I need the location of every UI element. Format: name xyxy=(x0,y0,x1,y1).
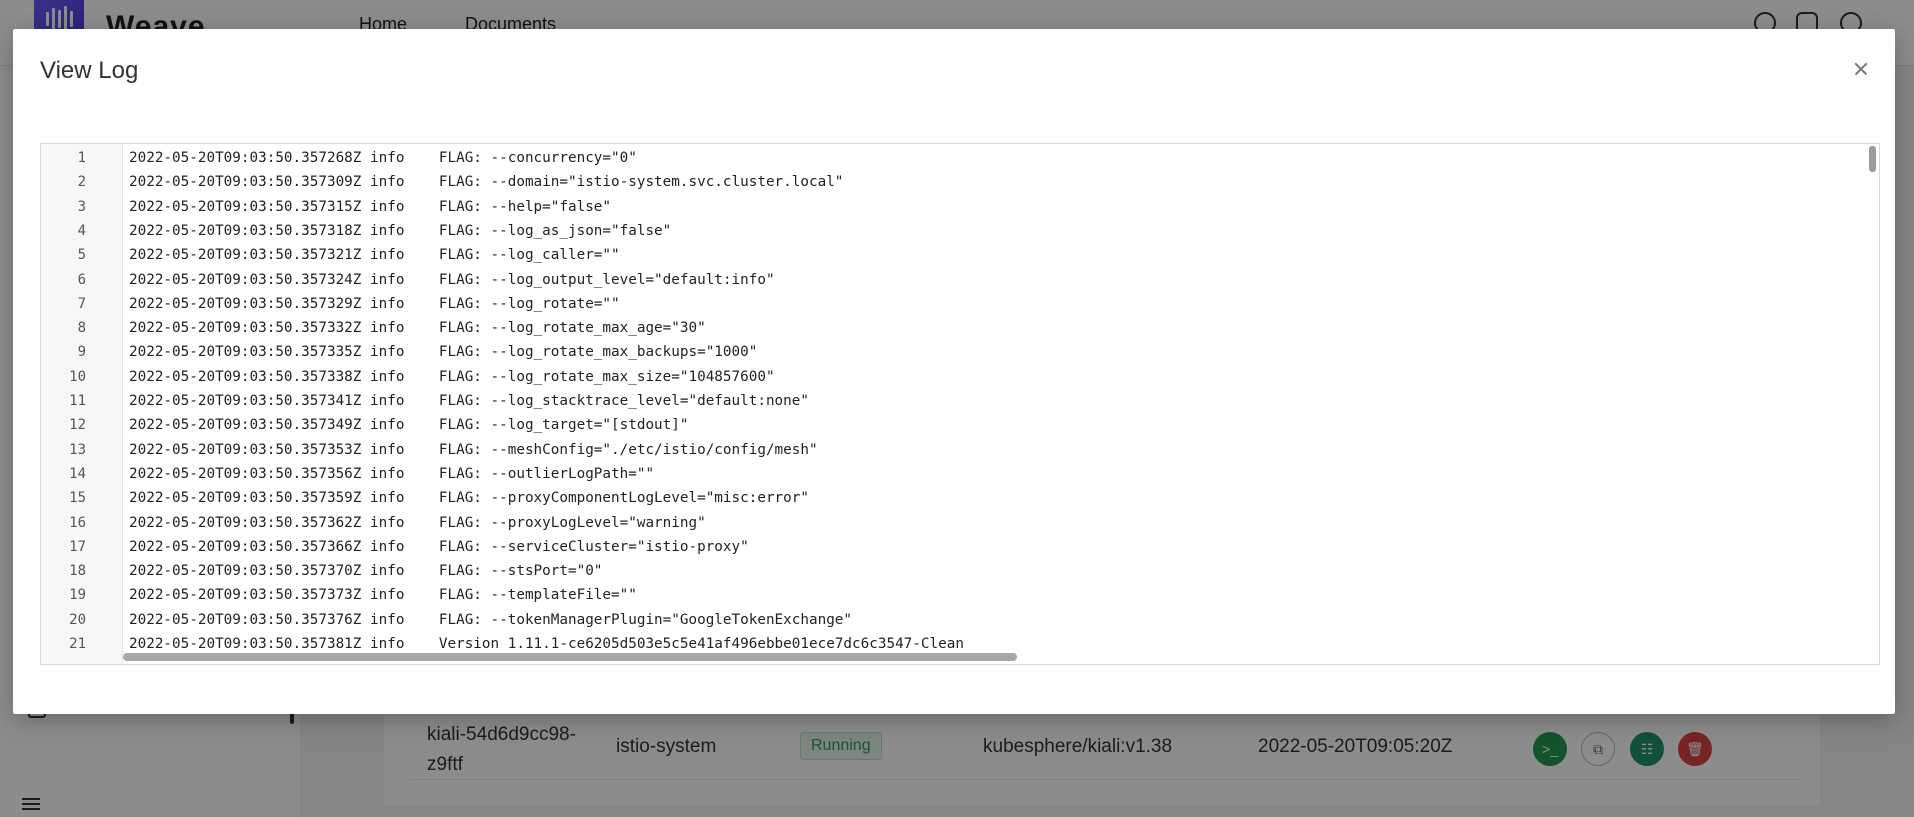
log-line[interactable]: 2022-05-20T09:03:50.357321Z info FLAG: -… xyxy=(129,243,620,267)
modal-title: View Log xyxy=(40,57,139,84)
line-number: 5 xyxy=(77,247,86,264)
line-number: 10 xyxy=(69,368,86,385)
log-viewer[interactable]: 1 2 3 4 5 6 7 8 9 10 11 12 13 14 15 16 17 18 19 20 21 2022-0… xyxy=(40,143,1880,665)
line-number: 13 xyxy=(69,441,86,458)
log-line[interactable]: 2022-05-20T09:03:50.357332Z info FLAG: -… xyxy=(129,316,706,340)
log-line[interactable]: 2022-05-20T09:03:50.357362Z info FLAG: -… xyxy=(129,511,706,535)
line-number: 21 xyxy=(69,636,86,652)
line-number: 6 xyxy=(77,271,86,288)
log-line[interactable]: 2022-05-20T09:03:50.357335Z info FLAG: -… xyxy=(129,340,757,364)
log-line[interactable]: 2022-05-20T09:03:50.357359Z info FLAG: -… xyxy=(129,486,809,510)
line-number: 17 xyxy=(69,538,86,555)
line-number: 7 xyxy=(77,295,86,312)
log-line[interactable]: 2022-05-20T09:03:50.357324Z info FLAG: -… xyxy=(129,268,775,292)
line-number: 20 xyxy=(69,611,86,628)
line-number: 15 xyxy=(69,490,86,507)
view-log-modal: View Log 1 2 3 4 5 6 7 8 9 10 11 12 13 14 15 16 17 18 19 20… xyxy=(13,29,1895,714)
log-line[interactable]: 2022-05-20T09:03:50.357356Z info FLAG: -… xyxy=(129,462,654,486)
line-number: 11 xyxy=(69,393,86,409)
log-line[interactable]: 2022-05-20T09:03:50.357349Z info FLAG: -… xyxy=(129,413,688,437)
vertical-scrollbar[interactable] xyxy=(1869,146,1876,172)
log-line[interactable]: 2022-05-20T09:03:50.357370Z info FLAG: -… xyxy=(129,559,602,583)
line-number: 1 xyxy=(77,150,86,166)
line-number: 19 xyxy=(69,587,86,604)
line-number: 16 xyxy=(69,514,86,531)
log-line[interactable]: 2022-05-20T09:03:50.357309Z info FLAG: -… xyxy=(129,170,843,194)
log-line[interactable]: 2022-05-20T09:03:50.357318Z info FLAG: -… xyxy=(129,219,671,243)
line-number: 12 xyxy=(69,417,86,434)
log-line[interactable]: 2022-05-20T09:03:50.357315Z info FLAG: -… xyxy=(129,195,611,219)
line-number: 14 xyxy=(69,465,86,482)
log-line[interactable]: 2022-05-20T09:03:50.357338Z info FLAG: -… xyxy=(129,365,775,389)
line-number: 18 xyxy=(69,563,86,580)
log-line[interactable]: 2022-05-20T09:03:50.357381Z info Version… xyxy=(129,632,964,652)
log-line[interactable]: 2022-05-20T09:03:50.357341Z info FLAG: -… xyxy=(129,389,809,413)
line-number: 4 xyxy=(77,222,86,239)
log-line[interactable]: 2022-05-20T09:03:50.357366Z info FLAG: -… xyxy=(129,535,749,559)
log-content[interactable]: 2022-05-20T09:03:50.357268Z info FLAG: -… xyxy=(129,144,1869,652)
log-line[interactable]: 2022-05-20T09:03:50.357268Z info FLAG: -… xyxy=(129,146,637,170)
close-icon[interactable] xyxy=(1845,53,1877,85)
line-number: 3 xyxy=(77,198,86,215)
line-number: 8 xyxy=(77,320,86,337)
horizontal-scrollbar[interactable] xyxy=(123,653,1017,661)
log-line[interactable]: 2022-05-20T09:03:50.357376Z info FLAG: -… xyxy=(129,608,852,632)
log-line[interactable]: 2022-05-20T09:03:50.357373Z info FLAG: -… xyxy=(129,583,637,607)
line-number-gutter: 1 2 3 4 5 6 7 8 9 10 11 12 13 14 15 16 17 18 19 20 21 xyxy=(41,144,123,664)
log-line[interactable]: 2022-05-20T09:03:50.357329Z info FLAG: -… xyxy=(129,292,620,316)
line-number: 2 xyxy=(77,174,86,191)
line-number: 9 xyxy=(77,344,86,361)
log-line[interactable]: 2022-05-20T09:03:50.357353Z info FLAG: -… xyxy=(129,438,818,462)
